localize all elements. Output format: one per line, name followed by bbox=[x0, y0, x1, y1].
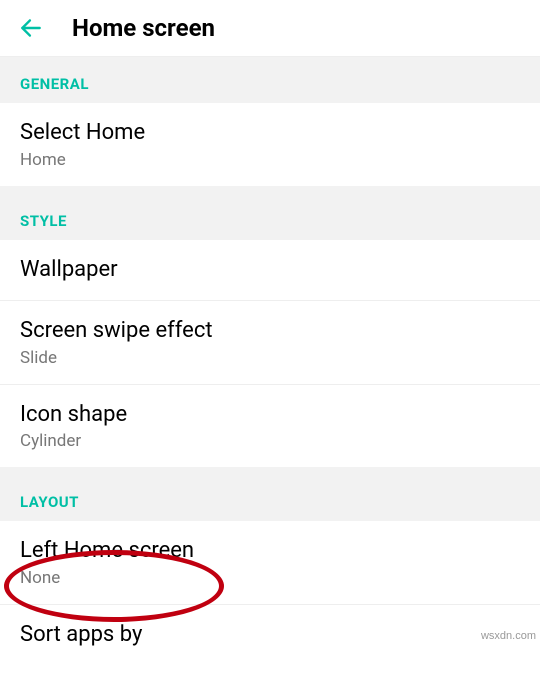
item-sub: Slide bbox=[20, 348, 520, 368]
item-title: Wallpaper bbox=[20, 256, 520, 285]
section-header-style: STYLE bbox=[0, 194, 540, 240]
back-icon[interactable] bbox=[18, 15, 44, 41]
page-title: Home screen bbox=[72, 14, 215, 42]
item-title: Sort apps by bbox=[20, 621, 520, 650]
item-title: Icon shape bbox=[20, 401, 520, 430]
app-bar: Home screen bbox=[0, 0, 540, 57]
section-gap bbox=[0, 467, 540, 475]
item-left-home-screen[interactable]: Left Home screen None bbox=[0, 521, 540, 605]
item-title: Screen swipe effect bbox=[20, 317, 520, 346]
section-gap bbox=[0, 186, 540, 194]
item-title: Left Home screen bbox=[20, 537, 520, 566]
item-select-home[interactable]: Select Home Home bbox=[0, 103, 540, 186]
item-sub: Home bbox=[20, 150, 520, 170]
item-icon-shape[interactable]: Icon shape Cylinder bbox=[0, 385, 540, 468]
watermark-text: wsxdn.com bbox=[481, 630, 536, 642]
item-sub: Cylinder bbox=[20, 431, 520, 451]
item-screen-swipe-effect[interactable]: Screen swipe effect Slide bbox=[0, 301, 540, 385]
item-sub: None bbox=[20, 568, 520, 588]
item-wallpaper[interactable]: Wallpaper bbox=[0, 240, 540, 302]
section-header-general: GENERAL bbox=[0, 57, 540, 103]
item-sort-apps-by[interactable]: Sort apps by bbox=[0, 605, 540, 666]
section-header-layout: LAYOUT bbox=[0, 475, 540, 521]
item-title: Select Home bbox=[20, 119, 520, 148]
